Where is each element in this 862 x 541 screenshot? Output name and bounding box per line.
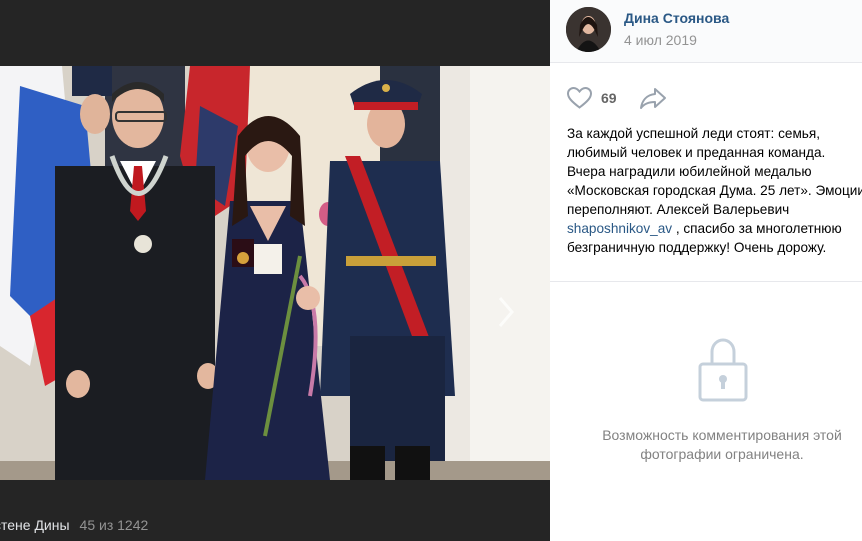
post-text-body: За каждой успешной леди стоят: семья, лю… <box>567 126 862 217</box>
post-text: За каждой успешной леди стоят: семья, лю… <box>567 124 862 257</box>
avatar[interactable] <box>566 7 611 52</box>
photo-image <box>0 66 550 480</box>
photo-counter: 45 из 1242 <box>79 517 149 533</box>
photo[interactable] <box>0 66 550 480</box>
share-arrow-icon[interactable] <box>639 86 667 110</box>
chevron-right-icon[interactable] <box>494 294 518 330</box>
viewer-footer: стене Дины 45 из 1242 <box>0 517 148 533</box>
mention-link[interactable]: shaposhnikov_av <box>567 221 672 236</box>
like-count[interactable]: 69 <box>601 90 617 106</box>
author-name[interactable]: Дина Стоянова <box>624 10 729 26</box>
avatar-image <box>566 7 611 52</box>
post-date[interactable]: 4 июл 2019 <box>624 32 697 48</box>
comments-restricted-text: Возможность комментирования этой фотогра… <box>602 427 842 462</box>
post-header: Дина Стоянова 4 июл 2019 <box>550 0 862 63</box>
divider <box>550 281 862 282</box>
album-link[interactable]: стене Дины <box>0 517 70 533</box>
info-panel: Дина Стоянова 4 июл 2019 69 За каждой ус… <box>550 0 862 541</box>
photo-viewer: стене Дины 45 из 1242 <box>0 0 550 541</box>
heart-outline-icon[interactable] <box>566 86 593 110</box>
post-actions: 69 <box>566 86 667 110</box>
lock-icon <box>698 338 748 402</box>
